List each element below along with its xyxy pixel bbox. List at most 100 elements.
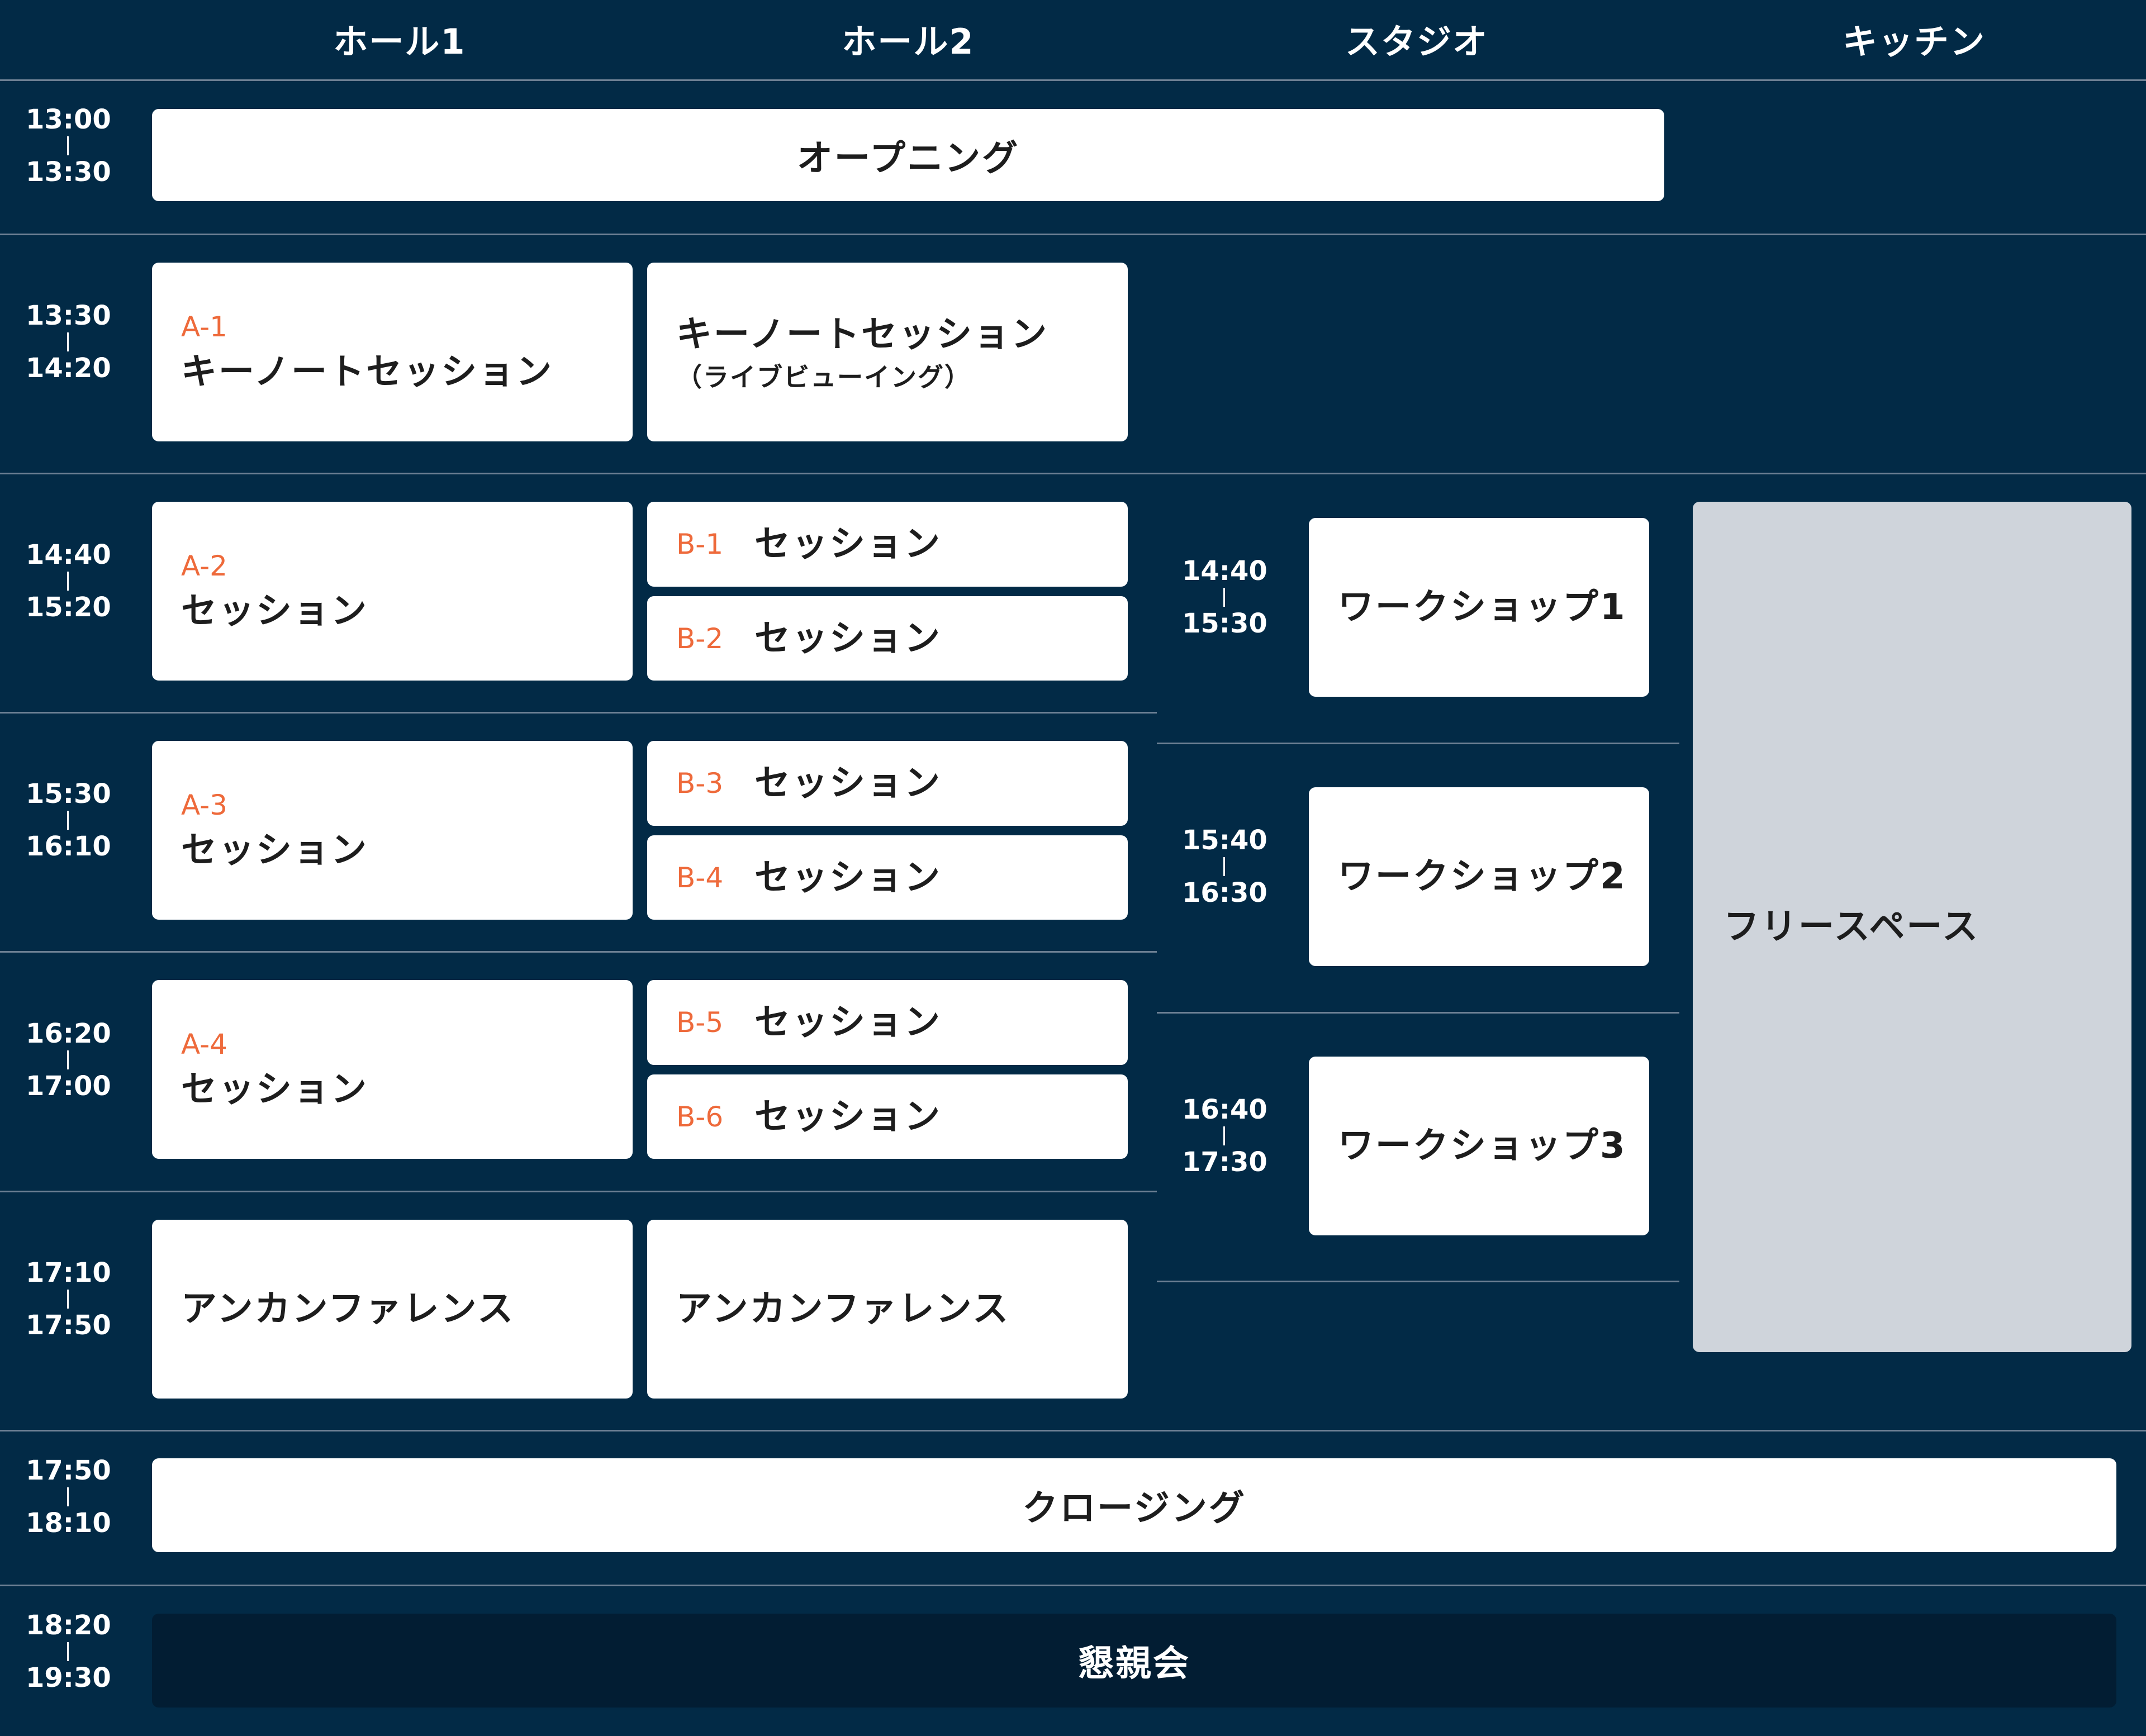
event-card-workshop2[interactable]: ワークショップ2	[1309, 787, 1649, 966]
event-card-free-space[interactable]: フリースペース	[1693, 502, 2131, 1352]
event-title: 懇親会	[1078, 1643, 1190, 1685]
time-range-opening: 13:00 13:30	[26, 103, 111, 189]
event-title: セッション	[181, 1069, 368, 1110]
event-card-b1[interactable]: B-1 セッション	[647, 502, 1128, 587]
end-time: 13:30	[26, 156, 111, 188]
event-title: ワークショップ3	[1338, 1125, 1627, 1167]
event-title: ワークショップ2	[1338, 856, 1627, 897]
start-time: 16:20	[26, 1018, 111, 1049]
session-code: B-6	[676, 1100, 724, 1133]
timetable: ホール1 ホール2 スタジオ キッチン 13:00 13:30 13:30 14…	[0, 0, 2146, 1736]
time-range-keynote: 13:30 14:20	[26, 299, 111, 385]
event-title: アンカンファレンス	[181, 1288, 515, 1330]
event-card-b2[interactable]: B-2 セッション	[647, 596, 1128, 681]
session-code: A-3	[181, 789, 227, 821]
start-time: 14:40	[26, 539, 111, 570]
divider	[1157, 1012, 1679, 1014]
event-title: セッション	[754, 524, 942, 565]
event-title: セッション	[754, 617, 942, 659]
time-separator	[67, 136, 69, 155]
event-card-unconference-hall2[interactable]: アンカンファレンス	[647, 1220, 1128, 1399]
event-card-a4[interactable]: A-4 セッション	[152, 980, 633, 1159]
divider	[0, 712, 1157, 714]
time-separator	[67, 332, 69, 351]
event-title: セッション	[181, 830, 368, 871]
time-range-workshop1: 14:40 15:30	[1182, 554, 1267, 640]
event-card-a1[interactable]: A-1 キーノートセッション	[152, 263, 633, 441]
time-separator	[67, 572, 69, 591]
time-separator	[67, 1050, 69, 1069]
event-title: セッション	[754, 1002, 942, 1043]
end-time: 17:00	[26, 1071, 111, 1102]
event-card-party[interactable]: 懇親会	[152, 1614, 2116, 1708]
divider	[0, 1585, 2146, 1586]
end-time: 18:10	[26, 1507, 111, 1539]
start-time: 18:20	[26, 1610, 111, 1641]
start-time: 15:30	[26, 778, 111, 810]
event-card-b4[interactable]: B-4 セッション	[647, 835, 1128, 920]
event-title: ワークショップ1	[1338, 587, 1627, 628]
event-card-opening[interactable]: オープニング	[152, 109, 1664, 201]
time-range-closing: 17:50 18:10	[26, 1454, 111, 1540]
event-card-b3[interactable]: B-3 セッション	[647, 741, 1128, 826]
event-card-keynote-live-viewing[interactable]: キーノートセッション （ライブビューイング）	[647, 263, 1128, 441]
time-separator	[1223, 588, 1225, 607]
session-code: B-2	[676, 622, 724, 655]
divider	[0, 79, 2146, 81]
divider	[1157, 743, 1679, 744]
start-time: 15:40	[1182, 825, 1267, 856]
event-card-workshop1[interactable]: ワークショップ1	[1309, 518, 1649, 697]
divider	[0, 951, 1157, 953]
start-time: 13:30	[26, 300, 111, 331]
event-title: セッション	[754, 763, 942, 804]
end-time: 15:30	[1182, 608, 1267, 639]
event-title: セッション	[754, 857, 942, 898]
divider	[0, 1430, 2146, 1431]
event-title: キーノートセッション	[181, 351, 554, 393]
event-card-a2[interactable]: A-2 セッション	[152, 502, 633, 681]
event-title: フリースペース	[1724, 906, 1980, 948]
start-time: 16:40	[1182, 1094, 1267, 1125]
session-code: A-2	[181, 550, 227, 582]
session-code: B-1	[676, 528, 724, 560]
event-title: セッション	[181, 591, 368, 632]
event-title: アンカンファレンス	[676, 1288, 1010, 1330]
time-range-slot2: 15:30 16:10	[26, 777, 111, 863]
time-separator	[67, 1290, 69, 1309]
divider	[0, 473, 2146, 474]
event-subtitle: （ライブビューイング）	[676, 362, 971, 392]
column-header-kitchen: キッチン	[1842, 21, 1986, 62]
start-time: 17:50	[26, 1455, 111, 1486]
session-code: B-4	[676, 861, 724, 894]
time-range-slot1: 14:40 15:20	[26, 538, 111, 624]
event-title: オープニング	[796, 137, 1020, 179]
end-time: 16:10	[26, 831, 111, 862]
event-card-a3[interactable]: A-3 セッション	[152, 741, 633, 920]
time-range-slot4: 17:10 17:50	[26, 1256, 111, 1342]
end-time: 14:20	[26, 353, 111, 384]
event-title: クロージング	[1022, 1488, 1246, 1529]
end-time: 16:30	[1182, 877, 1267, 909]
end-time: 19:30	[26, 1662, 111, 1694]
event-title: キーノートセッション	[676, 314, 1049, 355]
time-range-party: 18:20 19:30	[26, 1609, 111, 1695]
time-separator	[67, 1642, 69, 1661]
end-time: 15:20	[26, 592, 111, 623]
session-code: A-1	[181, 311, 227, 343]
time-separator	[1223, 857, 1225, 876]
event-card-workshop3[interactable]: ワークショップ3	[1309, 1057, 1649, 1235]
time-separator	[1223, 1126, 1225, 1145]
session-code: B-3	[676, 767, 724, 800]
event-card-unconference-hall1[interactable]: アンカンファレンス	[152, 1220, 633, 1399]
end-time: 17:50	[26, 1310, 111, 1341]
start-time: 13:00	[26, 104, 111, 135]
start-time: 17:10	[26, 1257, 111, 1288]
time-range-slot3: 16:20 17:00	[26, 1017, 111, 1103]
event-card-b6[interactable]: B-6 セッション	[647, 1074, 1128, 1159]
event-card-closing[interactable]: クロージング	[152, 1458, 2116, 1552]
event-card-b5[interactable]: B-5 セッション	[647, 980, 1128, 1065]
time-range-workshop3: 16:40 17:30	[1182, 1093, 1267, 1179]
column-header-hall2: ホール2	[842, 21, 975, 62]
divider	[0, 234, 2146, 235]
start-time: 14:40	[1182, 555, 1267, 587]
